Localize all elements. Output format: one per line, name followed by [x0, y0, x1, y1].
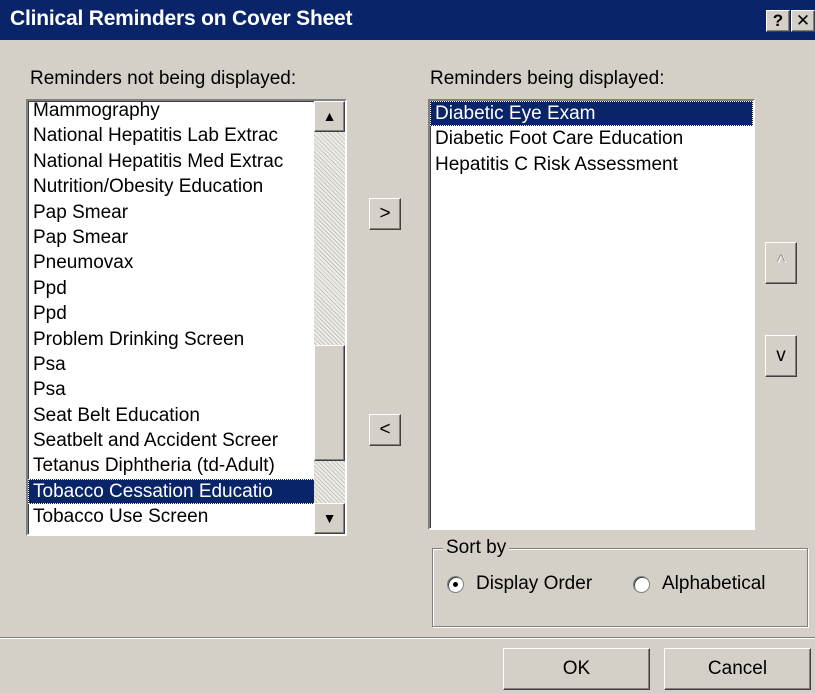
- left-list-item[interactable]: Psa: [28, 377, 316, 402]
- left-list-item[interactable]: Nutrition/Obesity Education: [28, 174, 316, 199]
- left-list-item[interactable]: Problem Drinking Screen: [28, 327, 316, 352]
- right-list-item[interactable]: Hepatitis C Risk Assessment: [430, 152, 753, 177]
- left-list-item[interactable]: Pneumovax: [28, 250, 316, 275]
- title-bar[interactable]: Clinical Reminders on Cover Sheet ? ✕: [0, 0, 815, 40]
- left-list-item[interactable]: National Hepatitis Med Extrac: [28, 149, 316, 174]
- displayed-listbox[interactable]: Diabetic Eye Exam Diabetic Foot Care Educ…: [428, 99, 755, 530]
- left-list-item[interactable]: National Hepatitis Lab Extrac: [28, 123, 316, 148]
- sort-by-group: Sort by Display Order Alphabetical: [432, 537, 808, 627]
- right-list-item[interactable]: Diabetic Eye Exam: [430, 101, 753, 127]
- left-list-item[interactable]: Ppd: [28, 276, 316, 301]
- radio-display-order-label[interactable]: Display Order: [476, 573, 592, 595]
- left-list-item[interactable]: Ppd: [28, 301, 316, 326]
- left-scrollbar[interactable]: ▲ ▼: [314, 101, 345, 534]
- scroll-thumb[interactable]: [314, 345, 345, 461]
- cancel-button[interactable]: Cancel: [664, 648, 811, 690]
- left-list-item[interactable]: Psa: [28, 352, 316, 377]
- left-list-item[interactable]: Mammography: [28, 101, 316, 123]
- radio-selected-dot: [453, 581, 458, 587]
- footer-separator: [0, 637, 815, 639]
- move-up-button[interactable]: ^: [765, 242, 797, 284]
- not-displayed-label: Reminders not being displayed:: [30, 68, 297, 89]
- left-list-item[interactable]: Pap Smear: [28, 225, 316, 250]
- left-list-item[interactable]: Seatbelt and Accident Screer: [28, 428, 316, 453]
- remove-reminder-button[interactable]: <: [369, 414, 401, 446]
- close-button[interactable]: ✕: [791, 10, 815, 32]
- scroll-up-button[interactable]: ▲: [314, 101, 345, 132]
- radio-display-order-circle[interactable]: [447, 575, 464, 593]
- ok-button[interactable]: OK: [503, 648, 650, 690]
- displayed-items: Diabetic Eye Exam Diabetic Foot Care Educ…: [430, 101, 753, 177]
- sort-by-legend: Sort by: [443, 537, 510, 559]
- scroll-down-button[interactable]: ▼: [314, 503, 345, 534]
- move-down-button[interactable]: v: [765, 335, 797, 377]
- not-displayed-listbox[interactable]: Mammography National Hepatitis Lab Extrac…: [26, 99, 347, 536]
- left-list-item[interactable]: Seat Belt Education: [28, 403, 316, 428]
- displayed-label: Reminders being displayed:: [430, 68, 665, 89]
- right-list-item[interactable]: Diabetic Foot Care Education: [430, 126, 753, 151]
- radio-display-order[interactable]: Display Order: [447, 573, 592, 595]
- radio-alphabetical[interactable]: Alphabetical: [633, 573, 766, 595]
- window-title: Clinical Reminders on Cover Sheet: [10, 7, 353, 30]
- radio-alphabetical-circle[interactable]: [633, 575, 650, 593]
- help-button[interactable]: ?: [766, 10, 790, 32]
- left-list-item[interactable]: Tobacco Use Screen: [28, 504, 316, 529]
- left-list-item[interactable]: Tetanus Diphtheria (td-Adult): [28, 453, 316, 478]
- left-list-item[interactable]: Tobacco Cessation Educatio: [28, 478, 316, 505]
- left-list-item[interactable]: Pap Smear: [28, 200, 316, 225]
- not-displayed-items: Mammography National Hepatitis Lab Extrac…: [28, 101, 316, 530]
- radio-alphabetical-label[interactable]: Alphabetical: [662, 573, 766, 595]
- add-reminder-button[interactable]: >: [369, 198, 401, 230]
